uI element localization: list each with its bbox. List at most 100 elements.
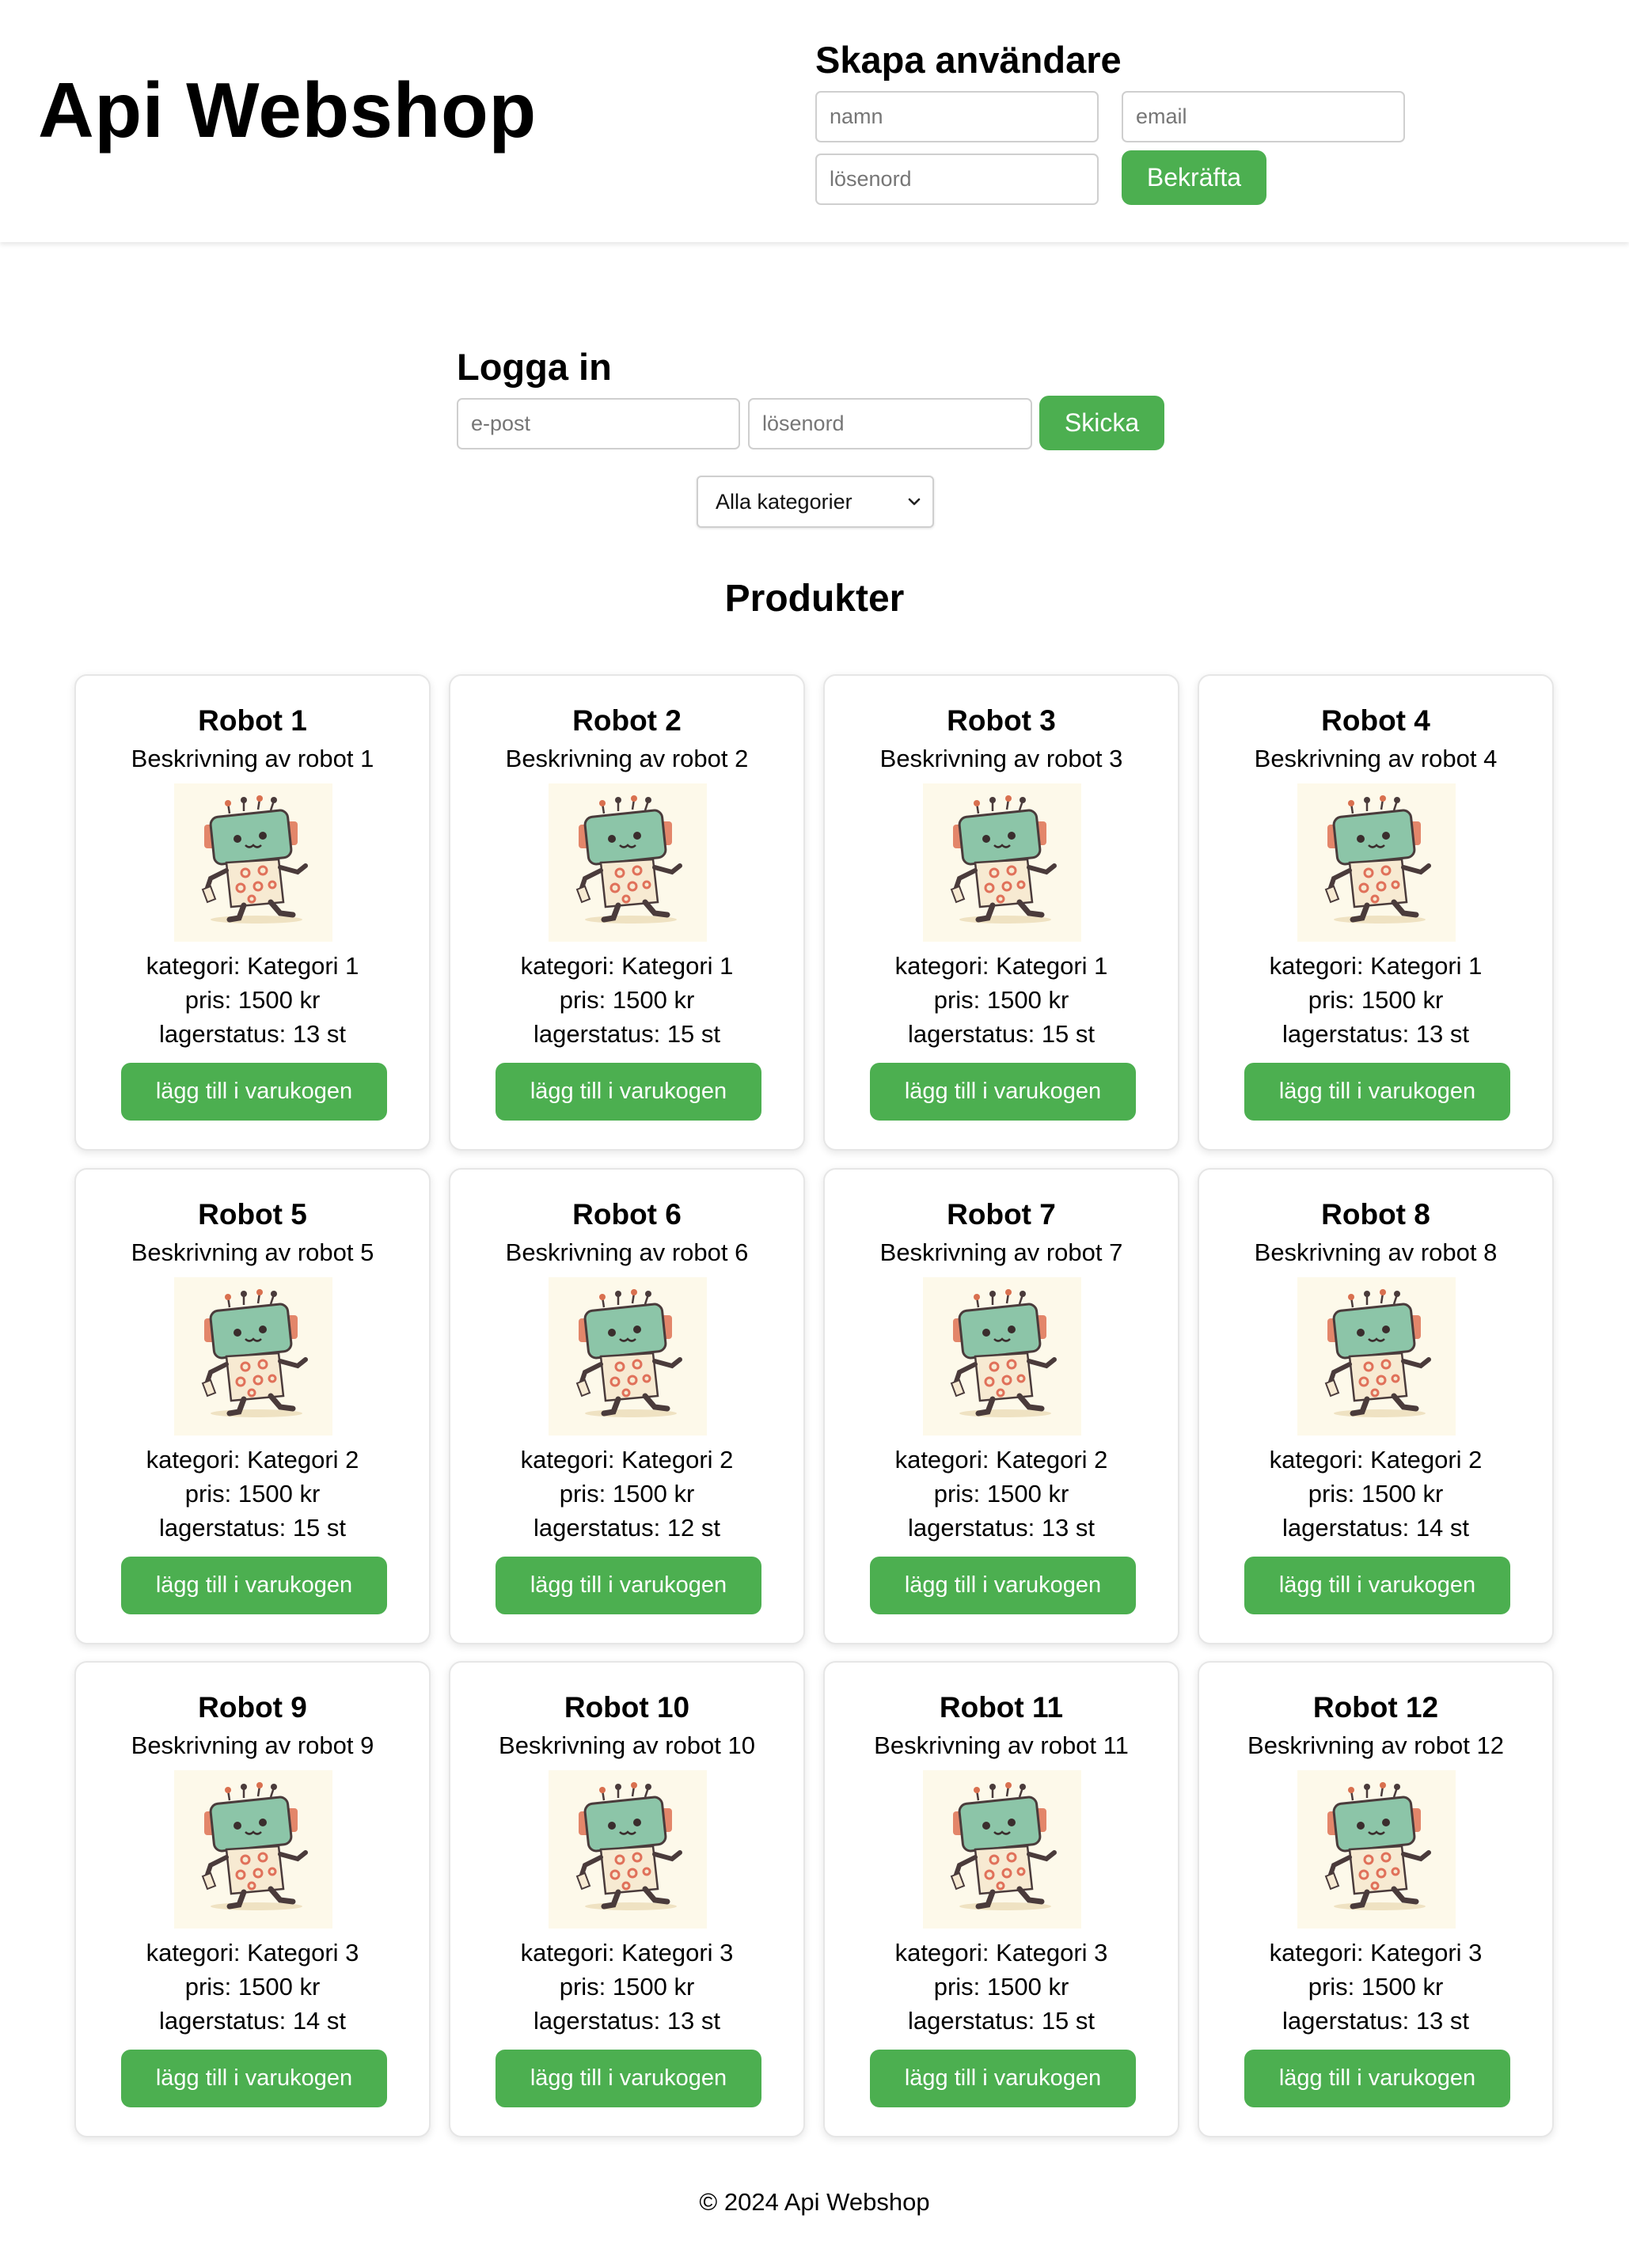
product-description: Beskrivning av robot 12 (1247, 1731, 1504, 1759)
signup-title: Skapa användare (815, 39, 1122, 81)
add-to-cart-button[interactable]: lägg till i varukogen (121, 2050, 387, 2107)
product-card: Robot 1 Beskrivning av robot 1 kategori: … (74, 674, 431, 1151)
product-card: Robot 10 Beskrivning av robot 10 kategori… (449, 1661, 805, 2137)
product-name: Robot 11 (939, 1691, 1064, 1724)
product-name: Robot 12 (1312, 1691, 1439, 1724)
product-name: Robot 6 (572, 1198, 682, 1231)
add-to-cart-button[interactable]: lägg till i varukogen (1244, 1557, 1510, 1614)
product-category: kategori: Kategori 2 (146, 1446, 359, 1473)
add-to-cart-button[interactable]: lägg till i varukogen (870, 2050, 1136, 2107)
add-to-cart-button[interactable]: lägg till i varukogen (1244, 1063, 1510, 1121)
product-category: kategori: Kategori 2 (1269, 1446, 1483, 1473)
product-stock: lagerstatus: 15 st (533, 1020, 721, 1048)
product-image (549, 1277, 707, 1436)
product-description: Beskrivning av robot 4 (1254, 745, 1498, 772)
add-to-cart-button[interactable]: lägg till i varukogen (870, 1557, 1136, 1614)
add-to-cart-button[interactable]: lägg till i varukogen (121, 1063, 387, 1121)
product-image (923, 1770, 1081, 1929)
product-card: Robot 11 Beskrivning av robot 11 kategori… (823, 1661, 1179, 2137)
product-category: kategori: Kategori 3 (894, 1939, 1108, 1966)
product-card: Robot 5 Beskrivning av robot 5 kategori: … (74, 1168, 431, 1644)
product-price: pris: 1500 kr (184, 986, 321, 1014)
product-name: Robot 2 (572, 704, 682, 737)
product-image (923, 1277, 1081, 1436)
product-name: Robot 4 (1321, 704, 1430, 737)
product-image (174, 1277, 332, 1436)
product-price: pris: 1500 kr (933, 1973, 1069, 2001)
add-to-cart-button[interactable]: lägg till i varukogen (121, 1557, 387, 1614)
add-to-cart-button[interactable]: lägg till i varukogen (496, 1557, 761, 1614)
product-category: kategori: Kategori 3 (1269, 1939, 1483, 1966)
product-category: kategori: Kategori 2 (520, 1446, 734, 1473)
product-category: kategori: Kategori 1 (520, 952, 734, 980)
product-category: kategori: Kategori 1 (1269, 952, 1483, 980)
chevron-down-icon (908, 498, 921, 506)
product-description: Beskrivning av robot 3 (879, 745, 1123, 772)
product-price: pris: 1500 kr (559, 1480, 695, 1508)
product-description: Beskrivning av robot 8 (1254, 1238, 1498, 1266)
site-title: Api Webshop (38, 66, 537, 154)
product-image (174, 1770, 332, 1929)
product-description: Beskrivning av robot 6 (505, 1238, 749, 1266)
product-stock: lagerstatus: 13 st (907, 1514, 1095, 1542)
product-image (549, 1770, 707, 1929)
product-stock: lagerstatus: 14 st (1282, 1514, 1470, 1542)
product-name: Robot 5 (198, 1198, 307, 1231)
login-password-input[interactable] (748, 398, 1032, 449)
category-select[interactable]: Alla kategorier (697, 476, 934, 528)
signup-name-input[interactable] (815, 91, 1099, 142)
product-stock: lagerstatus: 13 st (1282, 1020, 1470, 1048)
product-card: Robot 12 Beskrivning av robot 12 kategori… (1198, 1661, 1554, 2137)
product-stock: lagerstatus: 13 st (533, 2007, 721, 2035)
product-name: Robot 7 (947, 1198, 1056, 1231)
product-price: pris: 1500 kr (933, 1480, 1069, 1508)
product-name: Robot 10 (564, 1691, 690, 1724)
product-description: Beskrivning av robot 9 (131, 1731, 374, 1759)
product-category: kategori: Kategori 1 (146, 952, 359, 980)
add-to-cart-button[interactable]: lägg till i varukogen (496, 1063, 761, 1121)
product-price: pris: 1500 kr (184, 1480, 321, 1508)
signup-password-input[interactable] (815, 154, 1099, 205)
signup-email-input[interactable] (1122, 91, 1405, 142)
product-description: Beskrivning av robot 1 (131, 745, 374, 772)
add-to-cart-button[interactable]: lägg till i varukogen (496, 2050, 761, 2107)
category-select-value: Alla kategorier (716, 489, 852, 514)
product-description: Beskrivning av robot 2 (505, 745, 749, 772)
product-description: Beskrivning av robot 11 (874, 1731, 1129, 1759)
product-name: Robot 1 (198, 704, 307, 737)
product-category: kategori: Kategori 1 (894, 952, 1108, 980)
product-stock: lagerstatus: 15 st (907, 1020, 1095, 1048)
product-image (1297, 1277, 1456, 1436)
product-card: Robot 3 Beskrivning av robot 3 kategori: … (823, 674, 1179, 1151)
product-name: Robot 3 (947, 704, 1056, 737)
signup-submit-button[interactable]: Bekräfta (1122, 150, 1266, 205)
product-category: kategori: Kategori 3 (520, 1939, 734, 1966)
products-title: Produkter (724, 578, 905, 620)
product-price: pris: 1500 kr (1308, 1973, 1444, 2001)
product-image (1297, 783, 1456, 942)
product-description: Beskrivning av robot 10 (499, 1731, 755, 1759)
product-stock: lagerstatus: 13 st (1282, 2007, 1470, 2035)
product-price: pris: 1500 kr (559, 986, 695, 1014)
login-submit-button[interactable]: Skicka (1039, 396, 1164, 450)
product-card: Robot 6 Beskrivning av robot 6 kategori: … (449, 1168, 805, 1644)
footer-copyright: © 2024 Api Webshop (699, 2188, 930, 2216)
product-card: Robot 8 Beskrivning av robot 8 kategori: … (1198, 1168, 1554, 1644)
product-stock: lagerstatus: 12 st (533, 1514, 721, 1542)
add-to-cart-button[interactable]: lägg till i varukogen (1244, 2050, 1510, 2107)
add-to-cart-button[interactable]: lägg till i varukogen (870, 1063, 1136, 1121)
product-image (1297, 1770, 1456, 1929)
product-price: pris: 1500 kr (1308, 1480, 1444, 1508)
product-stock: lagerstatus: 13 st (158, 1020, 347, 1048)
product-price: pris: 1500 kr (184, 1973, 321, 2001)
product-category: kategori: Kategori 2 (894, 1446, 1108, 1473)
product-description: Beskrivning av robot 7 (879, 1238, 1123, 1266)
product-name: Robot 9 (198, 1691, 307, 1724)
product-price: pris: 1500 kr (933, 986, 1069, 1014)
product-category: kategori: Kategori 3 (146, 1939, 359, 1966)
product-image (923, 783, 1081, 942)
product-price: pris: 1500 kr (1308, 986, 1444, 1014)
product-card: Robot 7 Beskrivning av robot 7 kategori: … (823, 1168, 1179, 1644)
login-email-input[interactable] (457, 398, 740, 449)
product-stock: lagerstatus: 14 st (158, 2007, 347, 2035)
